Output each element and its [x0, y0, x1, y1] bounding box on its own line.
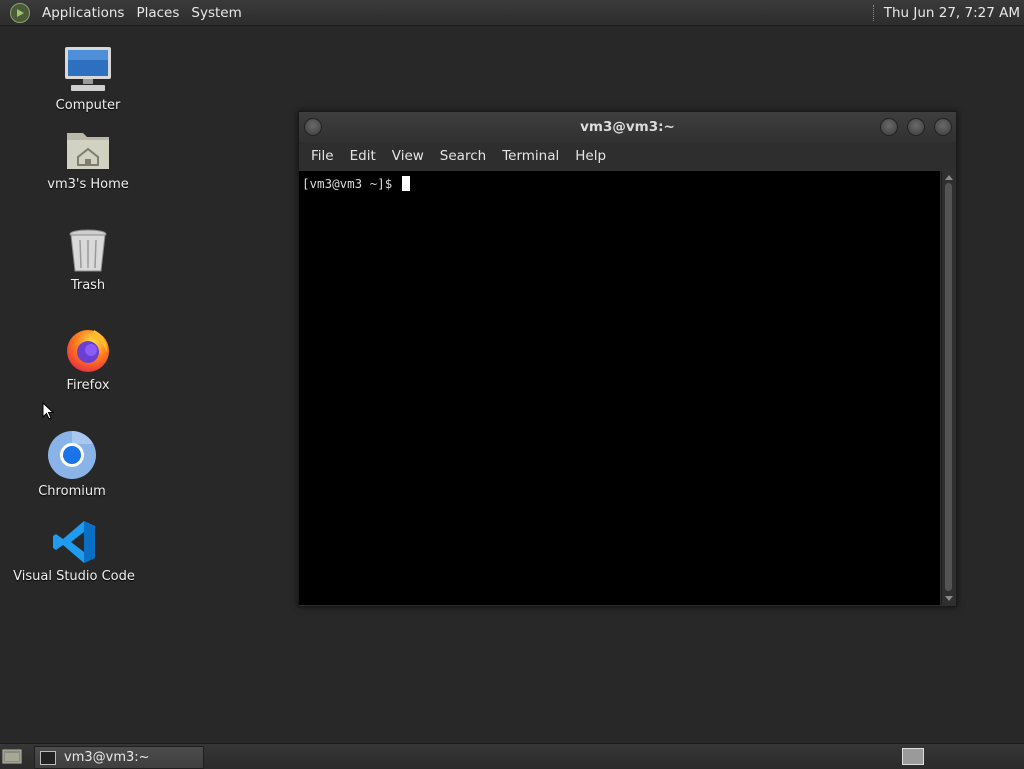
desktop-icon-vscode[interactable]: Visual Studio Code: [13, 519, 135, 584]
scroll-up-icon[interactable]: [945, 175, 953, 180]
terminal-menubar: File Edit View Search Terminal Help: [299, 142, 956, 170]
close-button[interactable]: [934, 118, 952, 136]
bottom-panel: vm3@vm3:~: [0, 743, 1024, 769]
menu-search[interactable]: Search: [432, 148, 494, 164]
home-folder-icon: [67, 133, 109, 169]
trash-icon: [69, 229, 107, 272]
prompt-line: [vm3@vm3 ~]$: [302, 176, 410, 191]
terminal-scrollbar[interactable]: [941, 171, 956, 605]
menu-help[interactable]: Help: [567, 148, 614, 164]
chromium-icon: [48, 431, 96, 479]
minimize-button[interactable]: [880, 118, 898, 136]
applications-logo-icon[interactable]: [10, 2, 30, 23]
terminal-icon: [40, 750, 56, 765]
desktop-icon-chromium[interactable]: Chromium: [12, 430, 132, 499]
terminal-titlebar[interactable]: vm3@vm3:~: [299, 112, 956, 142]
window-menu-button[interactable]: [304, 118, 322, 136]
workspace-switcher[interactable]: [902, 748, 924, 765]
terminal-window: vm3@vm3:~ File Edit View Search Terminal…: [298, 111, 957, 607]
desktop-icon-firefox[interactable]: Firefox: [28, 326, 148, 393]
desktop-icon-label: Trash: [70, 278, 106, 293]
desktop-icon-label: Firefox: [66, 378, 110, 393]
desktop-icon-label: vm3's Home: [47, 177, 129, 192]
text-cursor: [401, 176, 410, 191]
vscode-icon: [53, 521, 95, 563]
scroll-thumb[interactable]: [945, 183, 952, 591]
terminal-output[interactable]: [vm3@vm3 ~]$: [299, 171, 940, 605]
desktop-icon-label: Computer: [55, 98, 121, 113]
desktop-icon-label: Chromium: [38, 484, 106, 499]
menu-view[interactable]: View: [384, 148, 432, 164]
shell-prompt: [vm3@vm3 ~]$: [302, 176, 400, 191]
show-desktop-icon[interactable]: [2, 748, 22, 765]
system-menu[interactable]: System: [185, 5, 247, 21]
desktop-icon-home[interactable]: vm3's Home: [28, 127, 148, 192]
places-menu[interactable]: Places: [130, 5, 185, 21]
desktop-icon-trash[interactable]: Trash: [28, 228, 148, 293]
taskbar-item-terminal[interactable]: vm3@vm3:~: [34, 746, 204, 769]
mouse-pointer-icon: [42, 402, 54, 420]
taskbar-item-label: vm3@vm3:~: [64, 750, 150, 765]
desktop-icon-computer[interactable]: Computer: [28, 44, 148, 113]
menu-file[interactable]: File: [303, 148, 342, 164]
maximize-button[interactable]: [907, 118, 925, 136]
desktop-icon-label: Visual Studio Code: [13, 569, 135, 584]
applications-menu[interactable]: Applications: [36, 5, 130, 21]
computer-icon: [65, 47, 111, 91]
clock[interactable]: Thu Jun 27, 7:27 AM: [884, 5, 1024, 21]
window-title: vm3@vm3:~: [580, 119, 675, 135]
menu-edit[interactable]: Edit: [342, 148, 384, 164]
firefox-icon: [67, 330, 109, 372]
top-panel: Applications Places System Thu Jun 27, 7…: [0, 0, 1024, 26]
scroll-down-icon[interactable]: [945, 596, 953, 601]
menu-terminal[interactable]: Terminal: [494, 148, 567, 164]
panel-separator: [872, 4, 876, 21]
